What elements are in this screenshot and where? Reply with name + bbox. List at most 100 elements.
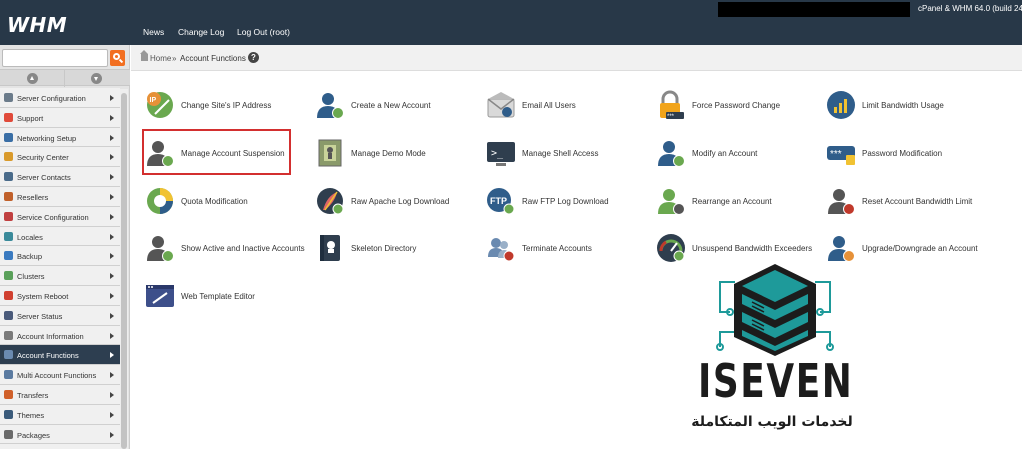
function-change-site-s-ip-address[interactable]: IP Change Site's IP Address bbox=[145, 90, 313, 124]
function-show-active-and-inactive-accounts[interactable]: Show Active and Inactive Accounts bbox=[145, 233, 313, 267]
chevron-right-icon[interactable] bbox=[110, 154, 114, 161]
function-manage-shell-access[interactable]: >_ Manage Shell Access bbox=[486, 138, 654, 172]
password-lock-icon[interactable]: *** bbox=[656, 90, 686, 120]
sidebar-item-networking-setup[interactable]: Networking Setup bbox=[0, 127, 120, 148]
function-label[interactable]: Password Modification bbox=[862, 149, 942, 158]
function-raw-apache-log-download[interactable]: Raw Apache Log Download bbox=[315, 186, 483, 220]
function-label[interactable]: Modify an Account bbox=[692, 149, 757, 158]
sidebar-item-system-reboot[interactable]: System Reboot bbox=[0, 285, 120, 306]
chevron-right-icon[interactable] bbox=[110, 174, 114, 181]
terminal-icon[interactable]: >_ bbox=[486, 138, 516, 168]
chevron-right-icon[interactable] bbox=[110, 292, 114, 299]
add-user-icon[interactable] bbox=[315, 90, 345, 120]
function-web-template-editor[interactable]: Web Template Editor bbox=[145, 281, 313, 315]
function-label[interactable]: Limit Bandwidth Usage bbox=[862, 101, 944, 110]
sidebar-item-clusters[interactable]: Clusters bbox=[0, 266, 120, 286]
chevron-right-icon[interactable] bbox=[110, 352, 114, 359]
function-label[interactable]: Force Password Change bbox=[692, 101, 780, 110]
email-icon[interactable] bbox=[486, 90, 516, 120]
reset-user-icon[interactable] bbox=[826, 186, 856, 216]
home-icon[interactable] bbox=[140, 50, 148, 61]
sidebar-item-account-functions[interactable]: Account Functions bbox=[0, 345, 120, 366]
sidebar-scrollbar[interactable] bbox=[120, 89, 128, 449]
chevron-right-icon[interactable] bbox=[110, 95, 114, 101]
function-label[interactable]: Reset Account Bandwidth Limit bbox=[862, 197, 972, 206]
chevron-right-icon[interactable] bbox=[110, 233, 114, 240]
function-label[interactable]: Terminate Accounts bbox=[522, 244, 592, 253]
edit-user-icon[interactable] bbox=[656, 138, 686, 168]
chevron-right-icon[interactable] bbox=[110, 213, 114, 220]
web-template-icon[interactable] bbox=[145, 281, 175, 311]
function-label[interactable]: Web Template Editor bbox=[181, 292, 255, 301]
function-label[interactable]: Create a New Account bbox=[351, 101, 431, 110]
sidebar-item-locales[interactable]: Locales bbox=[0, 226, 120, 247]
chevron-right-icon[interactable] bbox=[110, 431, 114, 438]
function-label[interactable]: Skeleton Directory bbox=[351, 244, 416, 253]
help-icon[interactable]: ? bbox=[248, 52, 259, 63]
sidebar-item-backup[interactable]: Backup bbox=[0, 246, 120, 267]
function-limit-bandwidth-usage[interactable]: Limit Bandwidth Usage bbox=[826, 90, 994, 124]
chevron-right-icon[interactable] bbox=[110, 114, 114, 121]
function-label[interactable]: Rearrange an Account bbox=[692, 197, 772, 206]
function-password-modification[interactable]: *** Password Modification bbox=[826, 138, 994, 172]
chevron-right-icon[interactable] bbox=[110, 312, 114, 319]
function-label[interactable]: Change Site's IP Address bbox=[181, 101, 271, 110]
search-button[interactable] bbox=[110, 50, 125, 66]
search-input[interactable] bbox=[2, 49, 108, 67]
function-label[interactable]: Quota Modification bbox=[181, 197, 248, 206]
function-modify-an-account[interactable]: Modify an Account bbox=[656, 138, 824, 172]
sidebar-item-transfers[interactable]: Transfers bbox=[0, 384, 120, 405]
function-label[interactable]: Manage Demo Mode bbox=[351, 149, 426, 158]
function-create-a-new-account[interactable]: Create a New Account bbox=[315, 90, 483, 124]
chevron-right-icon[interactable] bbox=[110, 332, 114, 339]
function-label[interactable]: Show Active and Inactive Accounts bbox=[181, 244, 305, 253]
sidebar-item-resellers[interactable]: Resellers bbox=[0, 186, 120, 207]
password-field-icon[interactable]: *** bbox=[826, 138, 856, 168]
function-label[interactable]: Email All Users bbox=[522, 101, 576, 110]
function-label[interactable]: Raw FTP Log Download bbox=[522, 197, 609, 206]
ip-change-icon[interactable]: IP bbox=[145, 90, 175, 120]
chevron-right-icon[interactable] bbox=[110, 372, 114, 379]
whm-logo[interactable]: WHM bbox=[7, 13, 67, 37]
chevron-right-icon[interactable] bbox=[110, 273, 114, 280]
sidebar-item-multi-account-functions[interactable]: Multi Account Functions bbox=[0, 365, 120, 385]
apache-feather-icon[interactable] bbox=[315, 186, 345, 216]
chevron-right-icon[interactable] bbox=[110, 193, 114, 200]
breadcrumb-home-link[interactable]: Home bbox=[150, 54, 171, 63]
sidebar-item-dns-functions[interactable]: DNS Functions bbox=[0, 444, 120, 449]
function-rearrange-an-account[interactable]: Rearrange an Account bbox=[656, 186, 824, 220]
nav-changelog-link[interactable]: Change Log bbox=[178, 27, 224, 37]
sidebar-item-server-configuration[interactable]: Server Configuration bbox=[0, 88, 120, 108]
collapse-all-icon[interactable] bbox=[27, 73, 38, 84]
chevron-right-icon[interactable] bbox=[110, 134, 114, 141]
chevron-right-icon[interactable] bbox=[110, 411, 114, 418]
chevron-right-icon[interactable] bbox=[110, 391, 114, 398]
chevron-right-icon[interactable] bbox=[110, 253, 114, 260]
speedometer-icon[interactable] bbox=[656, 233, 686, 263]
function-email-all-users[interactable]: Email All Users bbox=[486, 90, 654, 124]
function-label[interactable]: Manage Shell Access bbox=[522, 149, 599, 158]
function-quota-modification[interactable]: Quota Modification bbox=[145, 186, 313, 220]
sidebar-item-packages[interactable]: Packages bbox=[0, 424, 120, 445]
pie-chart-icon[interactable] bbox=[145, 186, 175, 216]
function-manage-demo-mode[interactable]: Manage Demo Mode bbox=[315, 138, 483, 172]
function-raw-ftp-log-download[interactable]: FTP Raw FTP Log Download bbox=[486, 186, 654, 220]
sidebar-item-account-information[interactable]: Account Information bbox=[0, 325, 120, 346]
terminate-users-icon[interactable] bbox=[486, 233, 516, 263]
function-terminate-accounts[interactable]: Terminate Accounts bbox=[486, 233, 654, 267]
sidebar-item-server-status[interactable]: Server Status bbox=[0, 305, 120, 326]
sidebar-item-security-center[interactable]: Security Center bbox=[0, 147, 120, 168]
rearrange-user-icon[interactable] bbox=[656, 186, 686, 216]
function-label[interactable]: Unsuspend Bandwidth Exceeders bbox=[692, 244, 812, 253]
function-force-password-change[interactable]: *** Force Password Change bbox=[656, 90, 824, 124]
function-reset-account-bandwidth-limit[interactable]: Reset Account Bandwidth Limit bbox=[826, 186, 994, 220]
sidebar-item-service-configuration[interactable]: Service Configuration bbox=[0, 206, 120, 227]
upgrade-user-icon[interactable] bbox=[826, 233, 856, 263]
nav-news-link[interactable]: News bbox=[143, 27, 164, 37]
active-user-icon[interactable] bbox=[145, 233, 175, 263]
bandwidth-chart-icon[interactable] bbox=[826, 90, 856, 120]
sidebar-item-support[interactable]: Support bbox=[0, 107, 120, 128]
nav-logout-link[interactable]: Log Out (root) bbox=[237, 27, 290, 37]
demo-mode-icon[interactable] bbox=[315, 138, 345, 168]
expand-all-icon[interactable] bbox=[91, 73, 102, 84]
